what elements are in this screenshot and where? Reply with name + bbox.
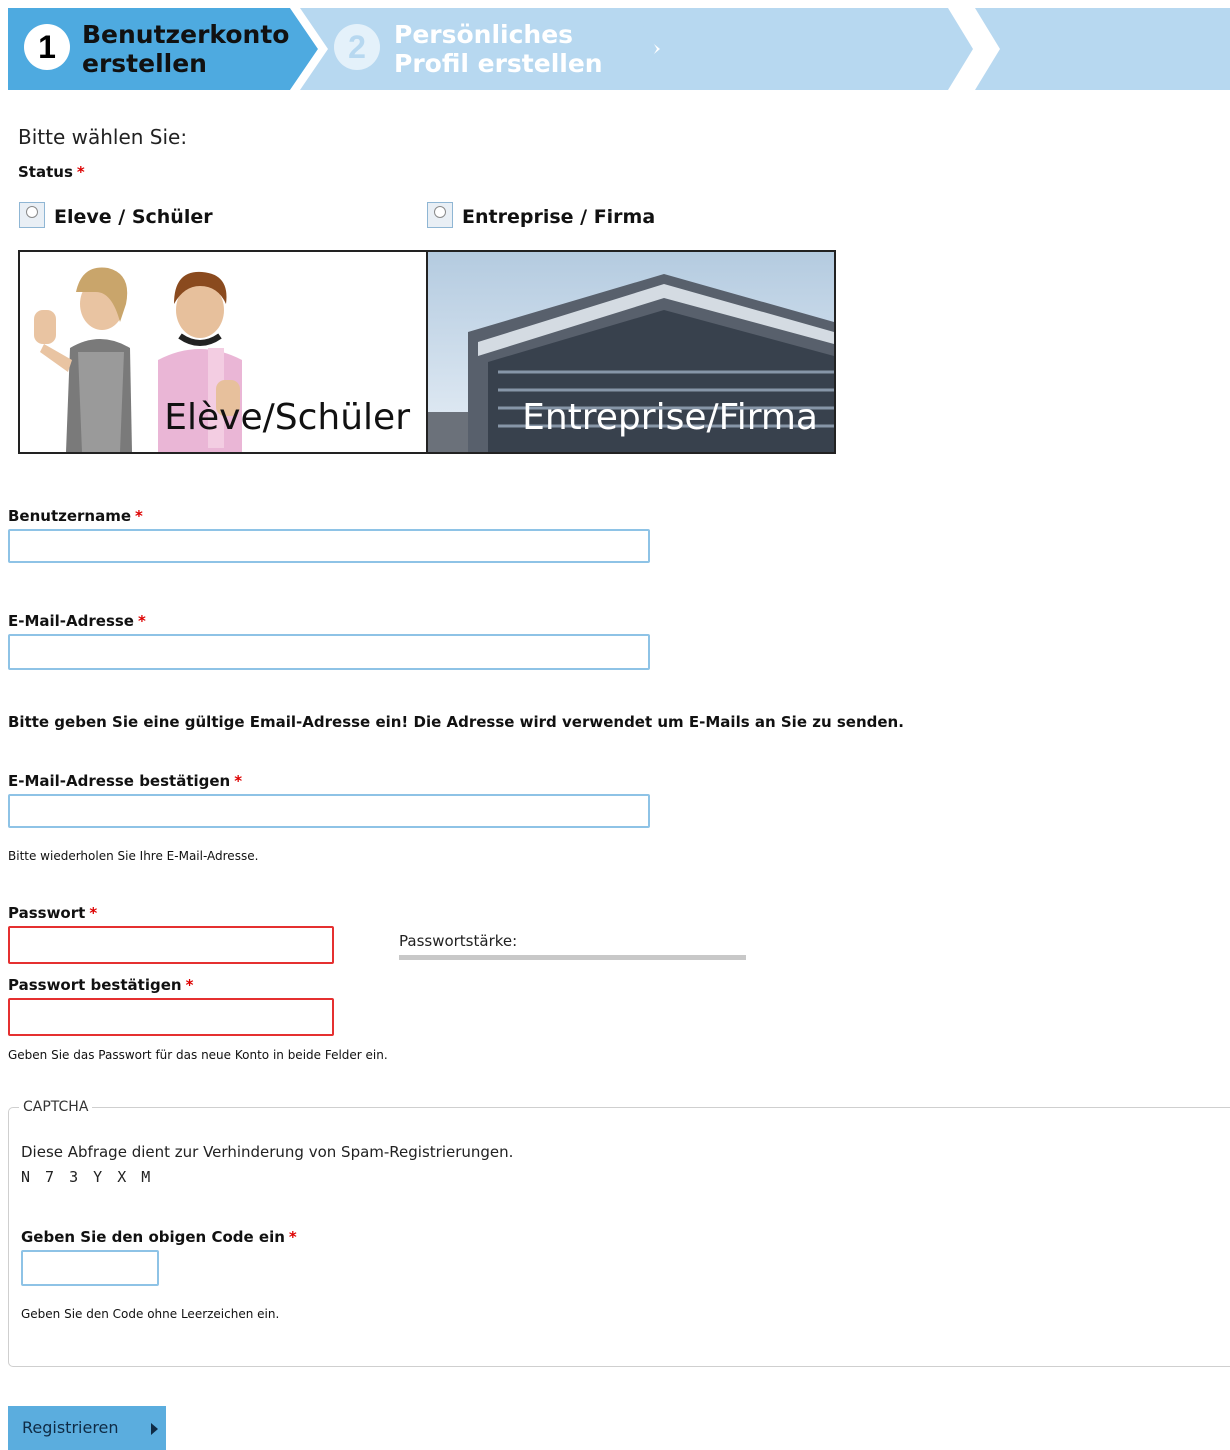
password-label: Passwort * (8, 903, 97, 923)
choose-prompt: Bitte wählen Sie: (18, 125, 188, 149)
step-1-number: 1 (24, 24, 70, 70)
captcha-input[interactable] (21, 1250, 159, 1286)
status-label-text: Status (18, 163, 73, 181)
captcha-input-label: Geben Sie den obigen Code ein * (21, 1227, 297, 1247)
step-3-segment (610, 8, 1230, 90)
password-strength-meter (399, 955, 746, 960)
status-radio-student[interactable] (19, 202, 45, 228)
password-confirm-label-text: Passwort bestätigen (8, 976, 182, 994)
status-label: Status * (18, 162, 85, 182)
step-1-label: Benutzerkonto erstellen (82, 20, 289, 78)
email-confirm-input[interactable] (8, 794, 650, 828)
password-confirm-input[interactable] (8, 998, 334, 1036)
required-marker: * (89, 904, 98, 922)
email-label-text: E-Mail-Adresse (8, 612, 134, 630)
step-2-label: Persönliches Profil erstellen (394, 20, 603, 78)
required-marker: * (288, 1228, 297, 1246)
password-confirm-label: Passwort bestätigen * (8, 975, 193, 995)
status-option-company-label[interactable]: Entreprise / Firma (462, 205, 655, 229)
student-image-caption: Elève/Schüler (164, 397, 410, 438)
password-strength-label: Passwortstärke: (399, 932, 518, 950)
email-help-text: Bitte geben Sie eine gültige Email-Adres… (8, 713, 904, 731)
step-1-label-line2: erstellen (82, 49, 207, 78)
captcha-description: Diese Abfrage dient zur Verhinderung von… (21, 1143, 514, 1161)
company-image-caption: Entreprise/Firma (522, 397, 818, 438)
status-option-student-label[interactable]: Eleve / Schüler (54, 205, 213, 229)
register-button-label: Registrieren (22, 1418, 119, 1437)
captcha-code: N 7 3 Y X M (21, 1168, 151, 1186)
email-confirm-label-text: E-Mail-Adresse bestätigen (8, 772, 231, 790)
captcha-input-label-text: Geben Sie den obigen Code ein (21, 1228, 285, 1246)
captcha-fieldset: CAPTCHA Diese Abfrage dient zur Verhinde… (8, 1099, 1230, 1367)
required-marker: * (135, 507, 143, 525)
captcha-legend: CAPTCHA (19, 1099, 93, 1115)
required-marker: * (185, 976, 194, 994)
step-2-label-line1: Persönliches (394, 20, 574, 49)
username-label: Benutzername * (8, 506, 143, 526)
arrow-right-icon (151, 1423, 158, 1435)
status-radio-company[interactable] (427, 202, 453, 228)
student-image[interactable]: Elève/Schüler (18, 250, 428, 454)
email-confirm-label: E-Mail-Adresse bestätigen * (8, 771, 242, 791)
captcha-help-text: Geben Sie den Code ohne Leerzeichen ein. (21, 1307, 280, 1321)
email-input[interactable] (8, 634, 650, 670)
registration-steps: 1 Benutzerkonto erstellen 2 Persönliches… (0, 0, 1230, 95)
password-help-text: Geben Sie das Passwort für das neue Kont… (8, 1048, 388, 1062)
email-confirm-help-text: Bitte wiederholen Sie Ihre E-Mail-Adress… (8, 849, 259, 863)
password-input[interactable] (8, 926, 334, 964)
step-2-number: 2 (334, 24, 380, 70)
step-2-label-line2: Profil erstellen (394, 49, 603, 78)
step-1-label-line1: Benutzerkonto (82, 20, 290, 49)
required-marker: * (76, 163, 85, 181)
username-input[interactable] (8, 529, 650, 563)
company-image[interactable]: Entreprise/Firma (426, 250, 836, 454)
email-label: E-Mail-Adresse * (8, 611, 146, 631)
username-label-text: Benutzername (8, 507, 132, 525)
required-marker: * (234, 772, 243, 790)
register-button[interactable]: Registrieren (8, 1406, 166, 1450)
required-marker: * (137, 612, 146, 630)
password-label-text: Passwort (8, 904, 86, 922)
